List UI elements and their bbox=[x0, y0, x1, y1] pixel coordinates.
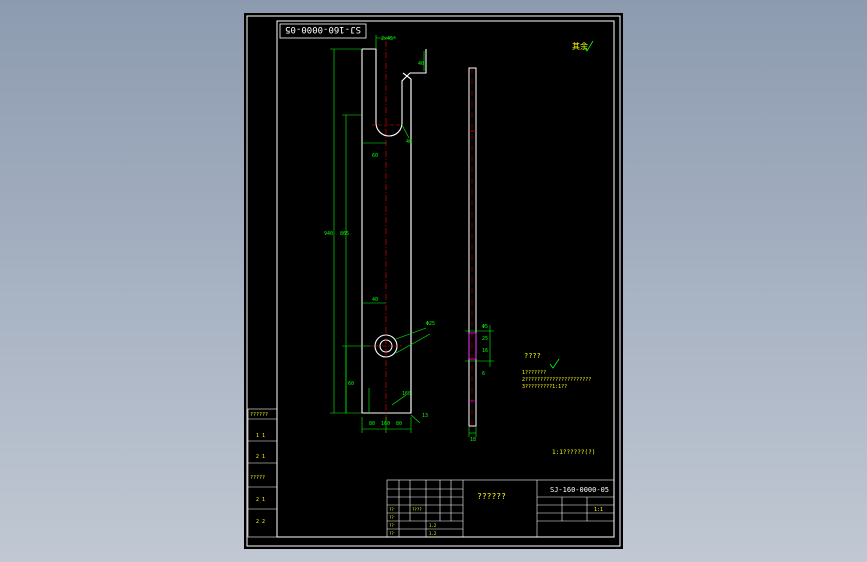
title-grid-2: 1:1 bbox=[594, 507, 603, 513]
dim-chamfer: 2x45° bbox=[381, 36, 396, 42]
dim-label-6: 865 bbox=[340, 231, 349, 237]
left-strip-table bbox=[247, 408, 278, 538]
title-grid-1: 1.2 bbox=[429, 531, 437, 536]
hole-note: Φ25 bbox=[426, 321, 435, 327]
side-dim-1: 25 bbox=[482, 336, 488, 342]
title-block-name: ?????? bbox=[477, 492, 506, 501]
left-strip-5: 2 2 bbox=[256, 519, 265, 525]
dim-label-10: 160 bbox=[402, 391, 411, 397]
tech-line-2: 3?????????1:1?? bbox=[522, 384, 567, 390]
side-hole-section bbox=[468, 332, 477, 360]
dim-label-0: 40 bbox=[418, 61, 424, 67]
title-small-1: ?? bbox=[389, 515, 394, 520]
side-dim-3: 6 bbox=[482, 371, 485, 377]
outer-border bbox=[246, 15, 621, 547]
dim-label-11: 13 bbox=[422, 413, 428, 419]
title-small-4: ?? bbox=[389, 531, 394, 536]
inner-border bbox=[276, 20, 615, 538]
left-strip-0: ?????? bbox=[250, 412, 268, 418]
side-dim-0: Φ5 bbox=[482, 324, 488, 330]
tech-note-bottom: 1:1??????(?) bbox=[552, 449, 595, 456]
drawing-number-rotated: SJ-160-0000-05 bbox=[285, 24, 361, 34]
tech-title: ???? bbox=[524, 352, 541, 360]
dim-label-9: 80 bbox=[396, 421, 402, 427]
side-bar bbox=[468, 67, 477, 427]
dim-label-4: 60 bbox=[348, 381, 354, 387]
dim-label-1: 60 bbox=[372, 153, 378, 159]
left-strip-4: 2 1 bbox=[256, 497, 265, 503]
title-grid-0: 1.2 bbox=[429, 523, 437, 528]
side-dim-2: 16 bbox=[482, 348, 488, 354]
tech-line-0: 1??????? bbox=[522, 370, 546, 376]
title-small-2: ???? bbox=[412, 507, 422, 512]
thickness-dim: 18 bbox=[470, 437, 476, 443]
title-small-0: ?? bbox=[389, 507, 394, 512]
bar-outline bbox=[361, 49, 412, 414]
left-strip-3: ????? bbox=[250, 475, 265, 481]
side-view bbox=[468, 67, 477, 427]
cad-drawing: SJ-160-0000-05 其余 2x45° 40 60 40 40 60 9… bbox=[246, 15, 621, 547]
dim-label-2: 40 bbox=[406, 139, 412, 145]
tech-line-1: 2?????????????????????? bbox=[522, 377, 591, 383]
dim-label-8: 80 bbox=[369, 421, 375, 427]
title-small-3: ?? bbox=[389, 523, 394, 528]
front-view bbox=[361, 41, 427, 421]
left-strip-2: 2 1 bbox=[256, 454, 265, 460]
drawing-sheet: SJ-160-0000-05 其余 2x45° 40 60 40 40 60 9… bbox=[244, 13, 623, 549]
dim-label-5: 940 bbox=[324, 231, 333, 237]
slot-outline bbox=[362, 48, 427, 137]
dim-label-3: 40 bbox=[372, 297, 378, 303]
dim-label-7: 160 bbox=[381, 421, 390, 427]
drawing-number: SJ-160-0000-05 bbox=[550, 486, 609, 494]
left-strip-1: 1 1 bbox=[256, 433, 265, 439]
